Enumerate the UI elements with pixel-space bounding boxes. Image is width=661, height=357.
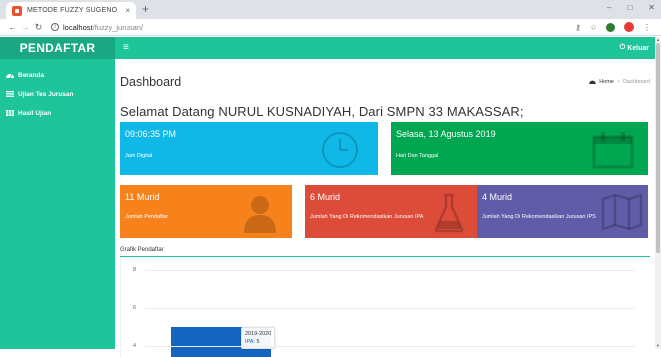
scroll-down-icon[interactable]: ▼ — [655, 343, 661, 349]
flask-icon — [434, 193, 464, 233]
info-icon[interactable]: i — [51, 23, 59, 31]
chart-gridline — [145, 270, 635, 271]
sidebar: PENDAFTAR Beranda Ujian Tes Jurusan Hasi… — [0, 37, 115, 349]
forward-icon[interactable]: → — [19, 22, 32, 32]
menu-dots-icon[interactable]: ⋮ — [643, 23, 651, 32]
url-input[interactable]: i localhost/fuzzy_jurusan/ — [51, 21, 575, 34]
sidebar-item-beranda[interactable]: Beranda — [0, 66, 115, 85]
extension-icon[interactable] — [606, 22, 615, 32]
date-value: Selasa, 13 Agustus 2019 — [396, 129, 496, 139]
date-label: Hari Dan Tanggal — [396, 153, 439, 159]
ipa-recommended-value: 6 Murid — [310, 192, 341, 202]
sidebar-item-label: Beranda — [18, 72, 45, 79]
page-scrollbar[interactable]: ▲ ▼ — [655, 37, 661, 349]
tab-close-button[interactable]: × — [125, 6, 130, 15]
main-content: Dashboard Home > Dashboard Selamat Datan… — [115, 59, 655, 357]
key-icon[interactable]: ⚷ — [575, 23, 581, 32]
calendar-icon — [592, 132, 634, 169]
y-tick-label: 8 — [133, 267, 137, 273]
date-box: Selasa, 13 Agustus 2019 Hari Dan Tanggal — [391, 122, 648, 175]
power-icon: ⏻ — [619, 44, 626, 51]
ipa-recommended-box: 6 Murid Jumlah Yang Di Rekomendasikan Ju… — [305, 185, 477, 238]
y-tick-label: 4 — [133, 343, 137, 349]
breadcrumb-current: Dashboard — [623, 79, 650, 85]
hamburger-menu-icon[interactable]: ≡ — [123, 43, 129, 53]
breadcrumb-separator: > — [616, 79, 621, 85]
star-icon[interactable]: ☆ — [590, 23, 597, 32]
reload-icon[interactable]: ↻ — [32, 22, 45, 33]
browser-toolbar: ⚷ ☆ ⋮ — [575, 22, 651, 32]
total-registrants-box: 11 Murid Jumlah Pendaftar — [120, 185, 292, 238]
close-window-button[interactable]: ✕ — [648, 3, 655, 12]
dashboard-icon — [6, 72, 14, 80]
table-icon — [6, 109, 14, 118]
breadcrumb-home[interactable]: Home — [599, 79, 614, 85]
back-icon[interactable]: ← — [6, 22, 19, 32]
tab-title: METODE FUZZY SUGENO — [27, 7, 118, 14]
window-controls: – □ ✕ — [607, 3, 655, 12]
ips-recommended-value: 4 Murid — [482, 192, 513, 202]
sidebar-item-label: Ujian Tes Jurusan — [18, 91, 74, 98]
chart-title: Grafik Pendaftar — [120, 247, 164, 253]
page-title: Dashboard — [120, 75, 182, 89]
profile-icon[interactable] — [624, 22, 634, 32]
new-tab-button[interactable]: + — [142, 3, 149, 15]
registrants-chart: Grafik Pendaftar 2019-2020 IPA: 5 864 — [120, 247, 650, 357]
browser-tab-strip: METODE FUZZY SUGENO × + – □ ✕ — [0, 0, 661, 19]
sidebar-item-label: Hasil Ujian — [18, 110, 52, 117]
ips-recommended-label: Jumlah Yang Di Rekomendasikan Jurusan IP… — [482, 214, 596, 220]
clock-box: 09:06:35 PM Jam Digital — [120, 122, 378, 175]
map-icon — [601, 193, 643, 231]
scroll-thumb[interactable] — [656, 43, 660, 253]
dashboard-icon — [589, 79, 597, 86]
total-registrants-label: Jumlah Pendaftar — [125, 214, 169, 220]
clock-icon — [322, 132, 358, 168]
logout-label: Keluar — [627, 44, 649, 52]
maximize-button[interactable]: □ — [627, 3, 632, 12]
chart-plot-area: 2019-2020 IPA: 5 864 — [120, 257, 650, 357]
list-icon — [6, 90, 14, 99]
sidebar-item-hasil-ujian[interactable]: Hasil Ujian — [0, 104, 115, 123]
top-navbar: ≡ ⏻ Keluar — [115, 37, 655, 59]
chart-gridline — [145, 346, 635, 347]
ips-recommended-box: 4 Murid Jumlah Yang Di Rekomendasikan Ju… — [477, 185, 648, 238]
ipa-recommended-label: Jumlah Yang Di Rekomendasikan Jurusan IP… — [310, 214, 424, 220]
clock-label: Jam Digital — [125, 153, 153, 159]
sidebar-item-ujian-tes-jurusan[interactable]: Ujian Tes Jurusan — [0, 85, 115, 104]
clock-value: 09:06:35 PM — [125, 129, 177, 139]
favicon-icon — [12, 5, 22, 16]
tooltip-value: 5 — [256, 339, 260, 345]
address-bar: ← → ↻ i localhost/fuzzy_jurusan/ ⚷ ☆ ⋮ — [0, 19, 661, 36]
user-icon — [244, 196, 276, 233]
browser-tab[interactable]: METODE FUZZY SUGENO × — [6, 2, 136, 19]
brand-logo[interactable]: PENDAFTAR — [0, 37, 115, 59]
tooltip-category: 2019-2020 — [245, 331, 272, 337]
welcome-message: Selamat Datang NURUL KUSNADIYAH, Dari SM… — [120, 104, 524, 119]
breadcrumb: Home > Dashboard — [589, 79, 650, 86]
minimize-button[interactable]: – — [607, 3, 611, 12]
sidebar-menu: Beranda Ujian Tes Jurusan Hasil Ujian — [0, 59, 115, 123]
url-path: /fuzzy_jurusan/ — [92, 22, 144, 32]
logout-button[interactable]: ⏻ Keluar — [620, 44, 649, 52]
tooltip-series: IPA — [245, 339, 254, 345]
page-header: Dashboard Home > Dashboard — [120, 75, 650, 89]
y-tick-label: 6 — [133, 305, 137, 311]
total-registrants-value: 11 Murid — [125, 192, 160, 202]
chart-gridline — [145, 308, 635, 309]
url-host: localhost — [63, 22, 93, 32]
